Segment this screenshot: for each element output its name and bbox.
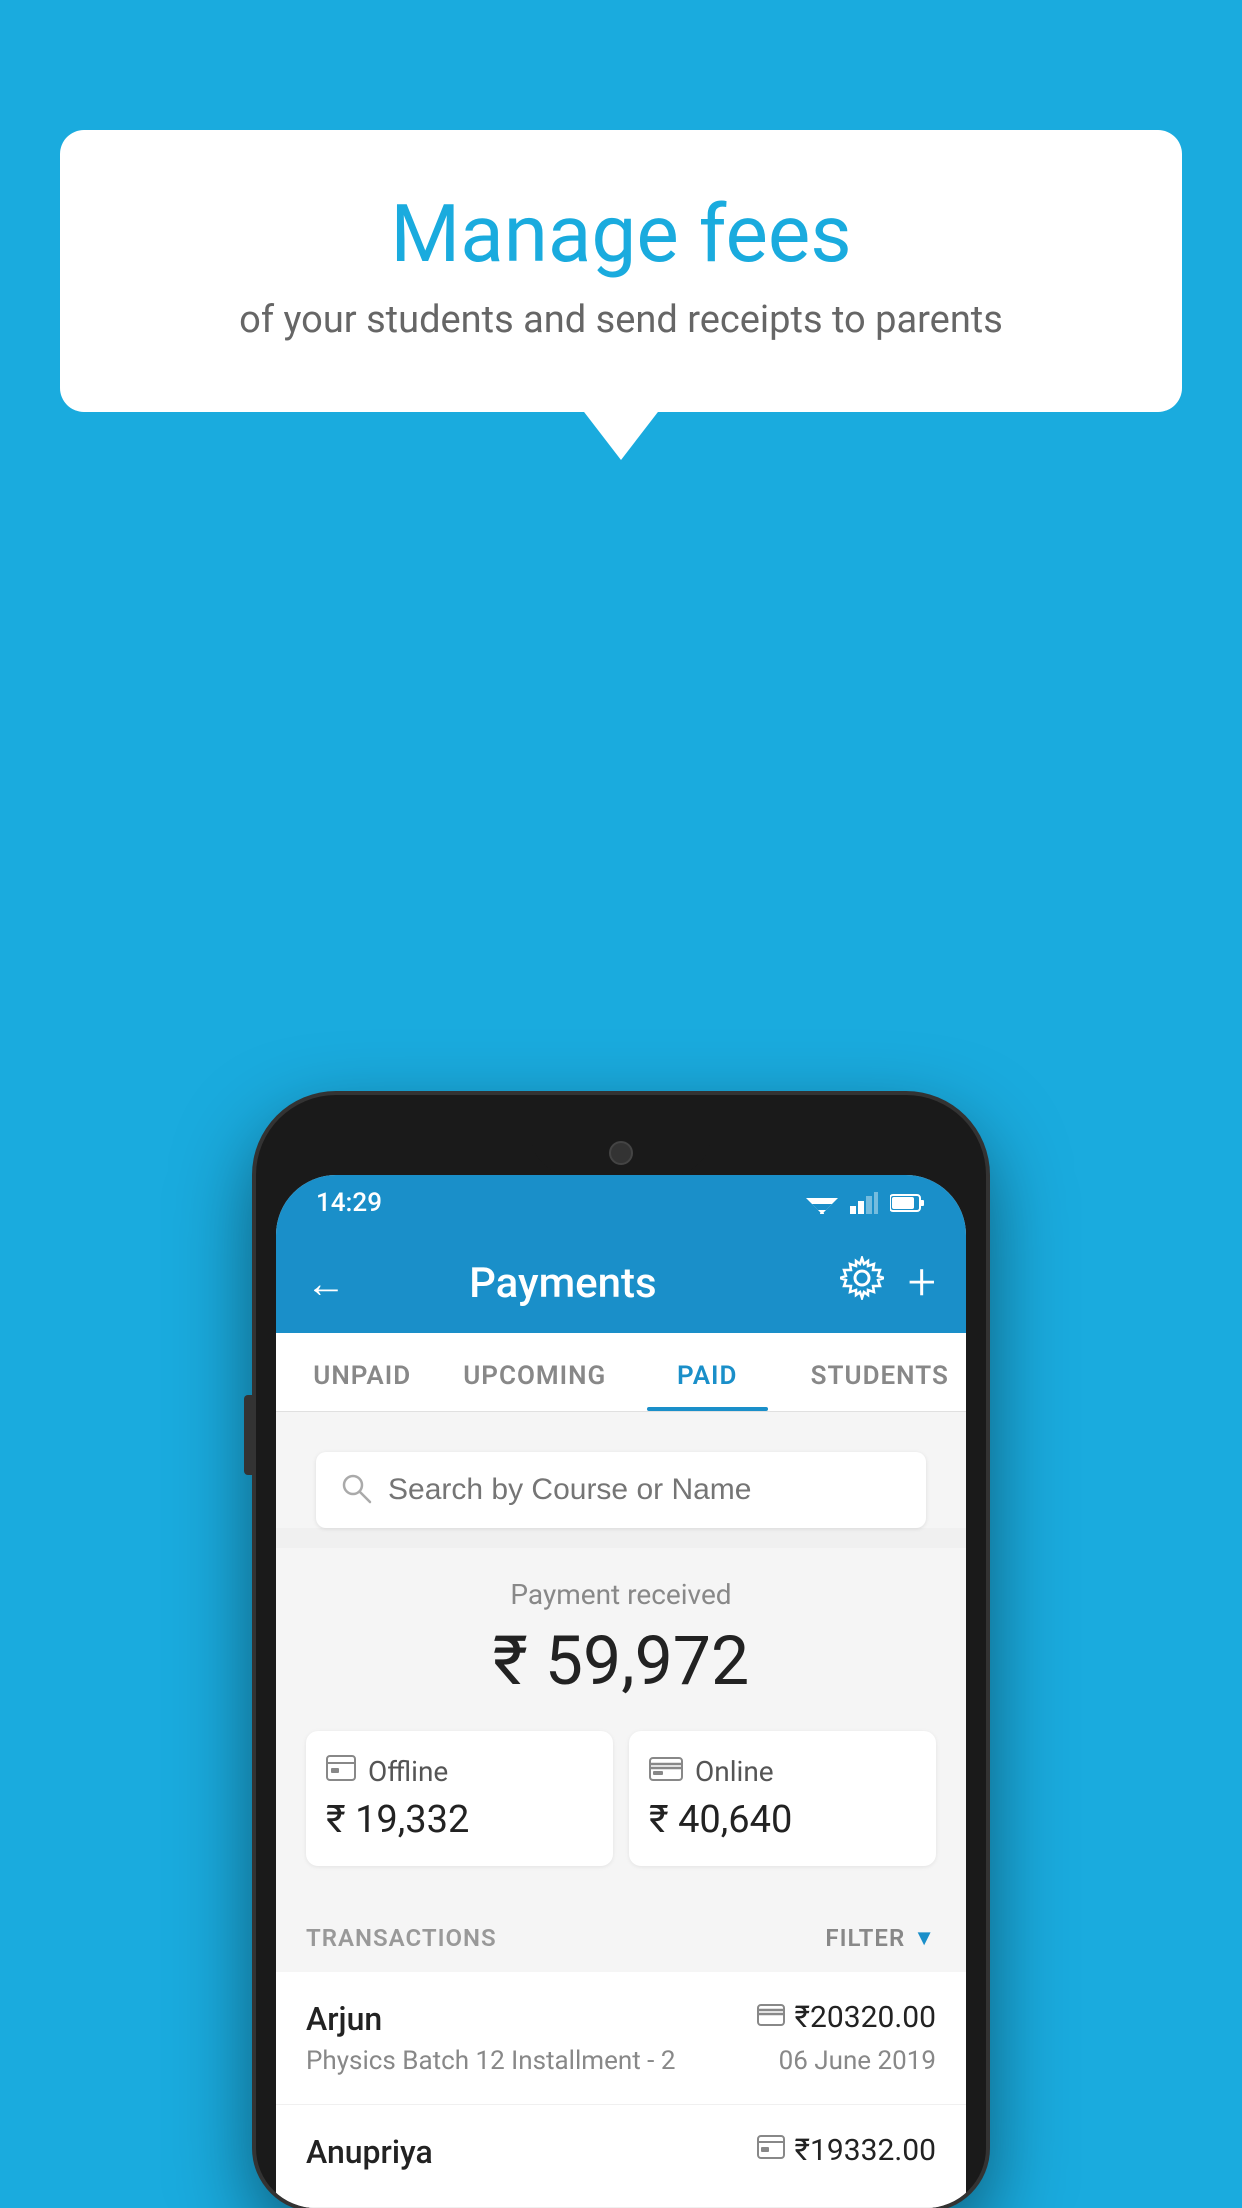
battery-icon bbox=[890, 1193, 926, 1213]
header-icons: + bbox=[840, 1254, 936, 1312]
transactions-label: TRANSACTIONS bbox=[306, 1924, 497, 1952]
filter-label: FILTER bbox=[825, 1924, 905, 1952]
search-icon bbox=[340, 1472, 372, 1508]
transaction-item[interactable]: Anupriya ₹19332.00 bbox=[276, 2105, 966, 2208]
online-card: Online ₹ 40,640 bbox=[629, 1731, 936, 1866]
camera bbox=[609, 1141, 633, 1165]
app-header: ← Payments + bbox=[276, 1233, 966, 1333]
payment-summary: Payment received ₹ 59,972 bbox=[276, 1548, 966, 1896]
tab-paid[interactable]: PAID bbox=[621, 1333, 794, 1411]
txn-amount-wrap: ₹19332.00 bbox=[757, 2133, 936, 2168]
txn-course: Physics Batch 12 Installment - 2 bbox=[306, 2046, 675, 2076]
signal-icon bbox=[850, 1192, 878, 1214]
phone-notch bbox=[531, 1115, 711, 1175]
payment-total-amount: ₹ 59,972 bbox=[296, 1621, 946, 1701]
tab-bar: UNPAID UPCOMING PAID STUDENTS bbox=[276, 1333, 966, 1412]
transaction-item[interactable]: Arjun ₹20320.00 bbox=[276, 1972, 966, 2105]
status-bar: 14:29 bbox=[276, 1175, 966, 1233]
txn-offline-icon bbox=[757, 2135, 785, 2166]
settings-icon[interactable] bbox=[840, 1256, 884, 1310]
txn-amount: ₹20320.00 bbox=[795, 2000, 936, 2035]
tooltip-subtitle: of your students and send receipts to pa… bbox=[110, 298, 1132, 342]
offline-card-header: Offline bbox=[326, 1755, 593, 1788]
txn-name: Anupriya bbox=[306, 2133, 433, 2171]
wifi-icon bbox=[806, 1192, 838, 1214]
phone-outer: 14:29 bbox=[256, 1095, 986, 2208]
online-payment-icon bbox=[649, 1755, 683, 1788]
online-amount: ₹ 40,640 bbox=[649, 1798, 916, 1842]
offline-payment-icon bbox=[326, 1755, 356, 1788]
offline-card: Offline ₹ 19,332 bbox=[306, 1731, 613, 1866]
online-card-header: Online bbox=[649, 1755, 916, 1788]
status-time: 14:29 bbox=[316, 1188, 382, 1218]
transaction-list: Arjun ₹20320.00 bbox=[276, 1972, 966, 2208]
transaction-row-1: Anupriya ₹19332.00 bbox=[306, 2133, 936, 2171]
txn-card-icon bbox=[757, 2003, 785, 2033]
filter-button[interactable]: FILTER ▼ bbox=[825, 1924, 936, 1952]
tab-upcoming[interactable]: UPCOMING bbox=[449, 1333, 622, 1411]
add-button[interactable]: + bbox=[908, 1254, 936, 1312]
tooltip-title: Manage fees bbox=[110, 190, 1132, 278]
phone-screen: 14:29 bbox=[276, 1175, 966, 2208]
payment-cards: Offline ₹ 19,332 bbox=[306, 1731, 936, 1866]
tab-students[interactable]: STUDENTS bbox=[794, 1333, 967, 1411]
header-title: Payments bbox=[366, 1259, 760, 1308]
txn-amount: ₹19332.00 bbox=[795, 2133, 936, 2168]
transactions-header: TRANSACTIONS FILTER ▼ bbox=[276, 1896, 966, 1972]
transaction-row-1: Arjun ₹20320.00 bbox=[306, 2000, 936, 2038]
search-input[interactable] bbox=[388, 1473, 902, 1507]
txn-date: 06 June 2019 bbox=[779, 2046, 936, 2076]
tooltip-bubble: Manage fees of your students and send re… bbox=[60, 130, 1182, 412]
txn-amount-wrap: ₹20320.00 bbox=[757, 2000, 936, 2035]
online-label: Online bbox=[695, 1755, 774, 1788]
search-bar[interactable] bbox=[316, 1452, 926, 1528]
txn-name: Arjun bbox=[306, 2000, 382, 2038]
filter-icon: ▼ bbox=[913, 1925, 936, 1951]
back-button[interactable]: ← bbox=[306, 1260, 346, 1307]
tab-unpaid[interactable]: UNPAID bbox=[276, 1333, 449, 1411]
offline-label: Offline bbox=[368, 1755, 448, 1788]
offline-amount: ₹ 19,332 bbox=[326, 1798, 593, 1842]
transaction-row-2: Physics Batch 12 Installment - 2 06 June… bbox=[306, 2046, 936, 2076]
payment-received-label: Payment received bbox=[296, 1578, 946, 1611]
phone-mockup: 14:29 bbox=[256, 1095, 986, 2208]
status-icons bbox=[806, 1192, 926, 1214]
